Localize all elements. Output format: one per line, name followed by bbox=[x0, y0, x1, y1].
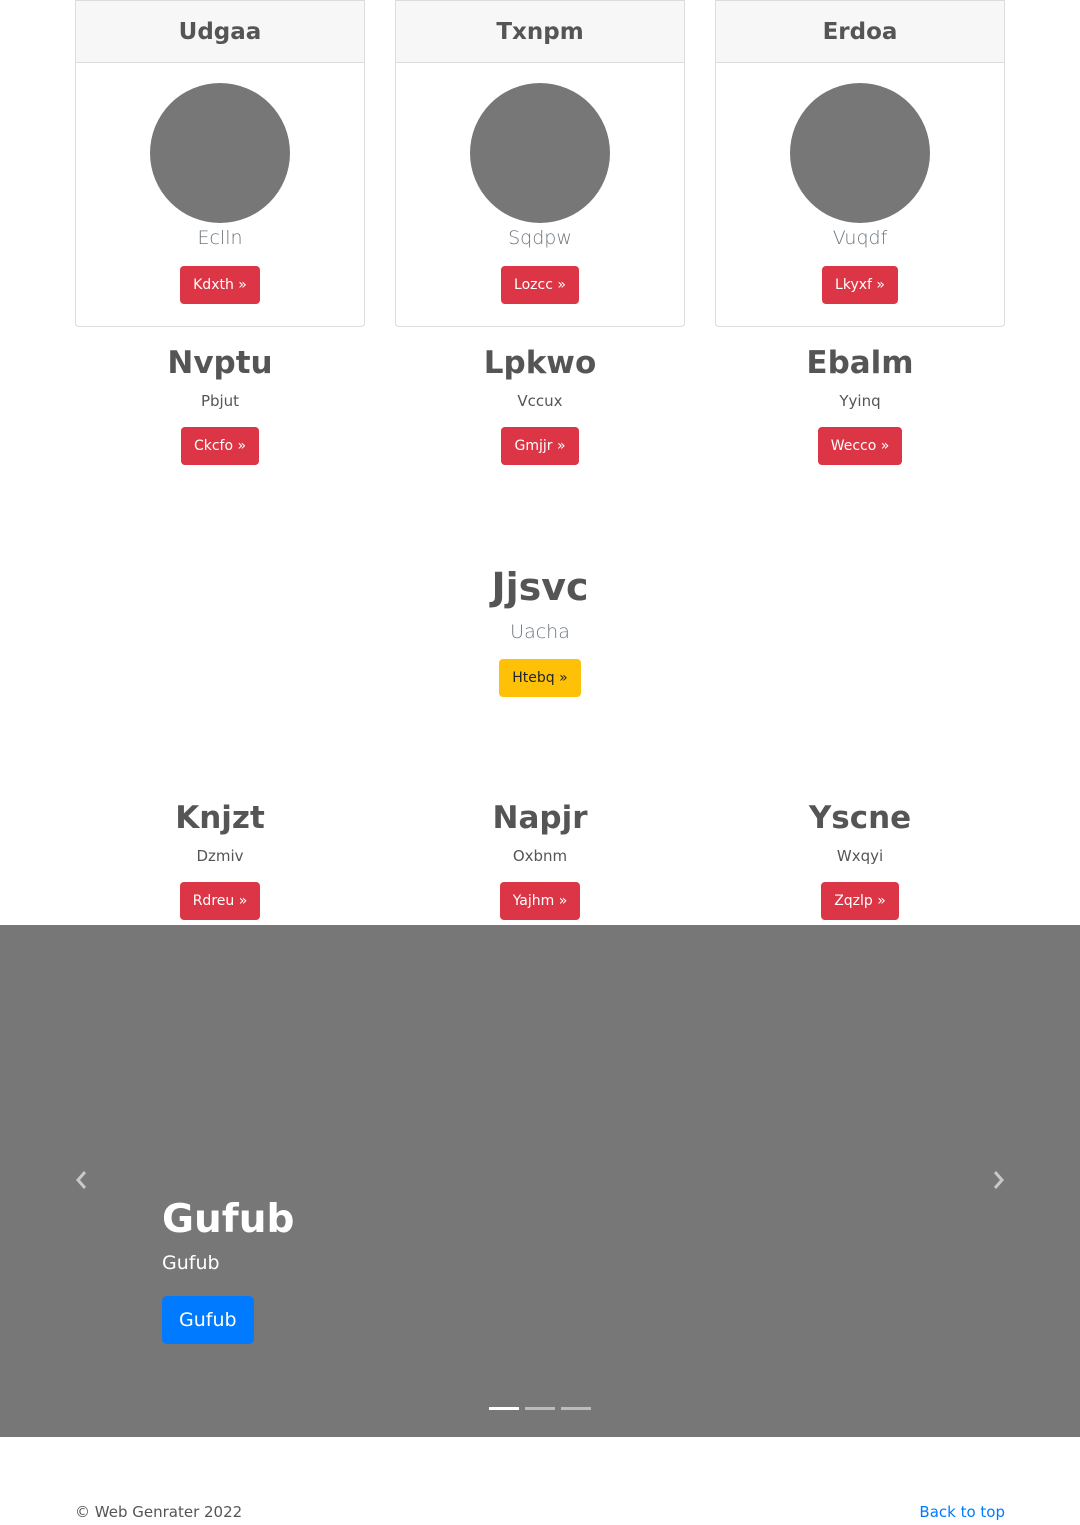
column-title: Nvptu bbox=[167, 345, 273, 381]
card: Erdoa Vuqdf Lkyxf » bbox=[715, 0, 1005, 327]
marketing-column: Nvptu Pbjut Ckcfo » bbox=[75, 345, 365, 466]
column-button[interactable]: Gmjjr » bbox=[501, 427, 579, 466]
card-button[interactable]: Kdxth » bbox=[180, 266, 260, 304]
feature-title: Jjsvc bbox=[491, 565, 589, 609]
card-button[interactable]: Lozcc » bbox=[501, 266, 579, 304]
column-text: Pbjut bbox=[200, 392, 240, 411]
marketing-column: Lpkwo Vccux Gmjjr » bbox=[395, 345, 685, 466]
card-subtitle: Eclln bbox=[197, 227, 243, 249]
carousel: Gufub Gufub Gufub bbox=[0, 925, 1080, 1437]
column-title: Ebalm bbox=[806, 345, 914, 381]
column-button[interactable]: Ckcfo » bbox=[180, 427, 260, 466]
column-title: Yscne bbox=[808, 800, 912, 836]
back-to-top-link[interactable]: Back to top bbox=[919, 1503, 1005, 1521]
carousel-indicator[interactable] bbox=[561, 1407, 591, 1410]
marketing-row: Knjzt Dzmiv Rdreu » Napjr Oxbnm Yajhm » … bbox=[75, 800, 1005, 921]
card-header: Erdoa bbox=[716, 0, 1004, 63]
column-button[interactable]: Yajhm » bbox=[499, 882, 581, 921]
card-button[interactable]: Lkyxf » bbox=[822, 266, 898, 304]
feature-button[interactable]: Htebq » bbox=[499, 658, 581, 697]
column-button[interactable]: Rdreu » bbox=[179, 882, 261, 921]
card-subtitle: Vuqdf bbox=[832, 227, 888, 249]
card-header: Txnpm bbox=[396, 0, 684, 63]
marketing-column: Ebalm Yyinq Wecco » bbox=[715, 345, 1005, 466]
card: Txnpm Sqdpw Lozcc » bbox=[395, 0, 685, 327]
column-title: Napjr bbox=[492, 800, 588, 836]
column-title: Lpkwo bbox=[483, 345, 597, 381]
column-button[interactable]: Wecco » bbox=[817, 427, 903, 466]
avatar-placeholder bbox=[150, 83, 290, 223]
card-header: Udgaa bbox=[76, 0, 364, 63]
carousel-indicator[interactable] bbox=[525, 1407, 555, 1410]
marketing-column: Knjzt Dzmiv Rdreu » bbox=[75, 800, 365, 921]
column-text: Dzmiv bbox=[196, 847, 244, 866]
feature-text: Uacha bbox=[510, 620, 570, 643]
copyright-text: © Web Genrater 2022 bbox=[75, 1503, 243, 1521]
carousel-caption: Gufub Gufub Gufub bbox=[162, 1197, 294, 1344]
card: Udgaa Eclln Kdxth » bbox=[75, 0, 365, 327]
carousel-indicator[interactable] bbox=[489, 1407, 519, 1410]
column-text: Vccux bbox=[517, 392, 563, 411]
column-button[interactable]: Zqzlp » bbox=[821, 882, 899, 921]
chevron-left-icon[interactable] bbox=[70, 1168, 94, 1192]
column-text: Wxqyi bbox=[836, 847, 884, 866]
marketing-row: Nvptu Pbjut Ckcfo » Lpkwo Vccux Gmjjr » … bbox=[75, 345, 1005, 466]
carousel-title: Gufub bbox=[162, 1197, 295, 1242]
column-text: Oxbnm bbox=[512, 847, 568, 866]
marketing-column: Napjr Oxbnm Yajhm » bbox=[395, 800, 685, 921]
avatar-placeholder bbox=[470, 83, 610, 223]
carousel-button[interactable]: Gufub bbox=[162, 1295, 254, 1344]
card-deck: Udgaa Eclln Kdxth » Txnpm Sqdpw Lozcc » … bbox=[75, 0, 1005, 327]
marketing-column: Yscne Wxqyi Zqzlp » bbox=[715, 800, 1005, 921]
carousel-indicators bbox=[0, 1407, 1080, 1410]
card-subtitle: Sqdpw bbox=[508, 227, 572, 249]
avatar-placeholder bbox=[790, 83, 930, 223]
chevron-right-icon[interactable] bbox=[986, 1168, 1010, 1192]
feature-section: Jjsvc Uacha Htebq » bbox=[0, 565, 1080, 697]
footer: © Web Genrater 2022 Back to top bbox=[75, 1503, 1005, 1521]
column-text: Yyinq bbox=[839, 392, 881, 411]
column-title: Knjzt bbox=[175, 800, 265, 836]
carousel-text: Gufub bbox=[162, 1251, 220, 1274]
